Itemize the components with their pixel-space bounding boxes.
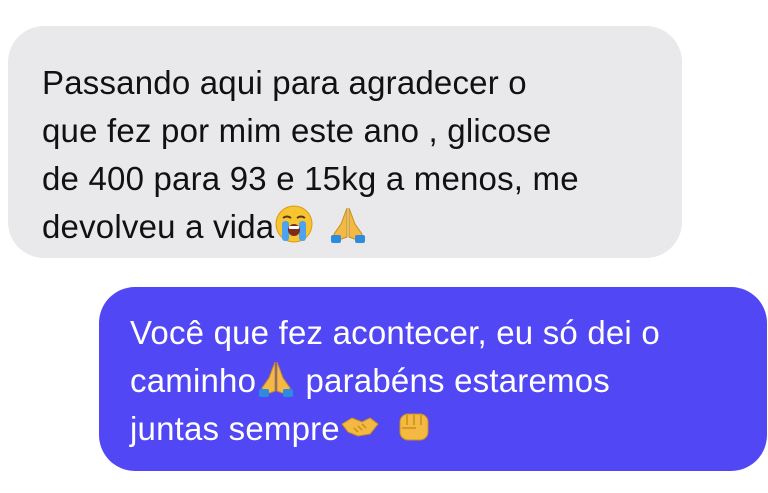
message-text: caminho xyxy=(130,362,257,399)
message-line: de 400 para 93 e 15kg a menos, me xyxy=(42,160,579,197)
chat-thread: Passando aqui para agradecer o que fez p… xyxy=(0,0,768,493)
incoming-message-bubble[interactable]: Passando aqui para agradecer o que fez p… xyxy=(8,26,682,258)
handshake-icon xyxy=(340,406,380,446)
message-line: caminho parabéns estaremos xyxy=(130,357,747,405)
crying-face-icon xyxy=(274,204,314,244)
outgoing-message-bubble[interactable]: Você que fez acontecer, eu só dei o cami… xyxy=(99,287,767,471)
message-line-last: devolveu a vida xyxy=(42,203,656,251)
message-text: parabéns estaremos xyxy=(296,362,610,399)
message-line: Passando aqui para agradecer o xyxy=(42,64,527,101)
message-text: juntas sempre xyxy=(130,410,340,447)
fist-icon xyxy=(394,406,434,446)
message-line: que fez por mim este ano , glicose xyxy=(42,112,552,149)
message-line-last: juntas sempre xyxy=(130,405,747,453)
message-text: devolveu a vida xyxy=(42,208,275,245)
folded-hands-icon xyxy=(256,358,296,398)
message-line: Você que fez acontecer, eu só dei o xyxy=(130,314,660,351)
folded-hands-icon xyxy=(328,204,368,244)
